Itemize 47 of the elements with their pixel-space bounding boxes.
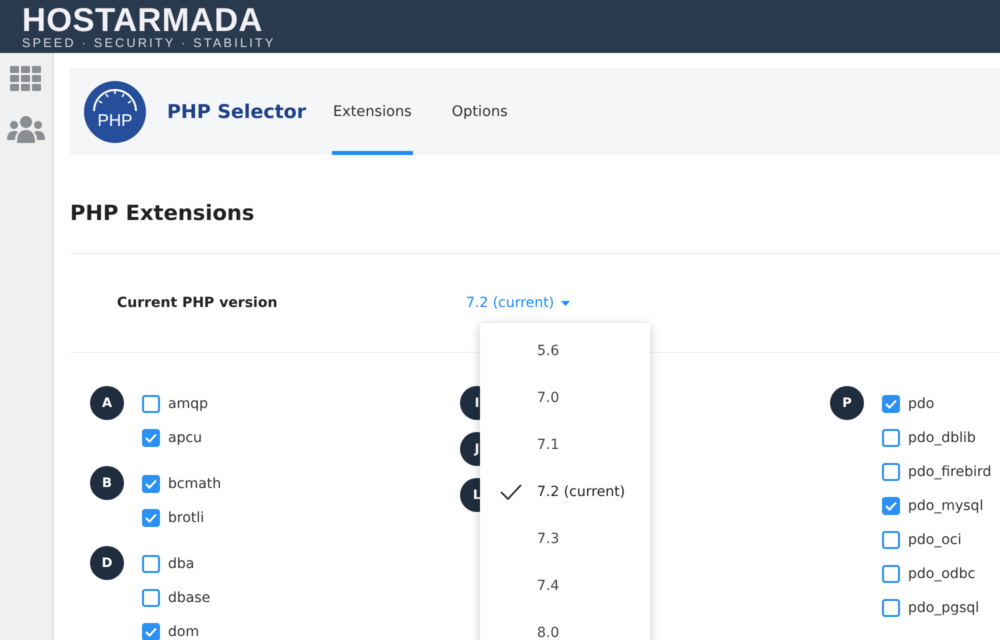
extension-label: amqp [168,396,208,412]
extension-label: dba [168,556,194,572]
extension-label: dom [168,624,200,640]
extension-label: bcmath [168,476,222,492]
apps-grid-icon[interactable] [10,66,42,92]
extension-label: pdo_mysql [908,498,984,514]
extension-label: brotli [168,510,204,526]
menu-item[interactable]: 7.3 [480,515,650,562]
checkbox[interactable] [142,509,160,527]
extension-label: apcu [168,430,202,446]
menu-item[interactable]: 5.6 [480,327,650,374]
menu-item[interactable]: 8.0 [480,609,650,640]
page-heading: PHP Extensions [70,155,1000,254]
menu-item[interactable]: 7.4 [480,562,650,609]
checkbox[interactable] [882,429,900,447]
checkbox[interactable] [882,531,900,549]
logo-wordmark: HOSTARMADA [22,4,263,36]
checkbox[interactable] [142,429,160,447]
checkbox[interactable] [882,565,900,583]
checkbox[interactable] [142,555,160,573]
letter-badge: B [90,466,124,500]
extension-label: dbase [168,590,210,606]
tab[interactable]: Options [450,68,509,155]
tab[interactable]: Extensions [332,68,413,155]
app-title: PHP Selector [167,100,308,122]
extension-label: pdo_dblib [908,430,976,446]
checkbox[interactable] [882,463,900,481]
extension-label: pdo_firebird [908,464,992,480]
logo-tagline: SPEED · SECURITY · STABILITY [22,36,276,50]
caret-icon [561,300,570,306]
extension-label: pdo [908,396,934,412]
letter-badge: A [90,386,124,420]
checkbox[interactable] [882,395,900,413]
extension-label: pdo_oci [908,532,962,548]
checkbox[interactable] [142,395,160,413]
checkbox[interactable] [142,475,160,493]
extension-label: pdo_pgsql [908,600,980,616]
checkbox[interactable] [882,599,900,617]
users-icon[interactable] [7,116,45,143]
checkbox[interactable] [882,497,900,515]
version-label: Current PHP version [117,295,278,311]
letter-badge: P [830,386,864,420]
checkbox[interactable] [142,589,160,607]
extension-label: pdo_odbc [908,566,976,582]
checkbox[interactable] [142,623,160,640]
speedometer-logo-icon: PHP [84,80,146,142]
letter-badge: D [90,546,124,580]
